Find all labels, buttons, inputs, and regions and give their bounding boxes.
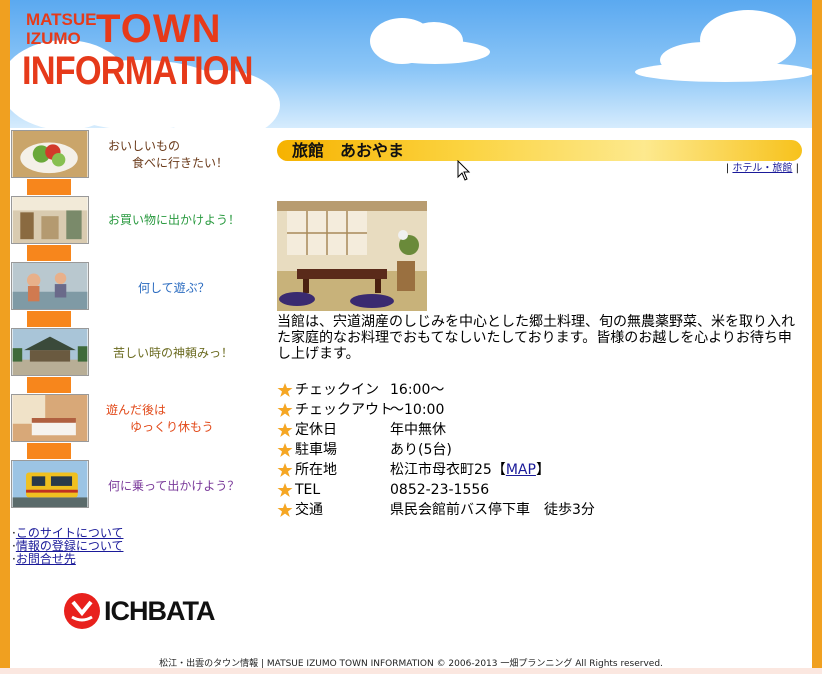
site-link-row: ·お問合せ先	[12, 552, 76, 566]
play-photo-icon	[11, 262, 89, 310]
info-value: ～10:00	[390, 402, 445, 418]
star-icon	[277, 483, 293, 497]
info-label: チェックイン	[295, 382, 379, 398]
shrine-photo-icon	[11, 328, 89, 376]
nav-item-shopping[interactable]: お買い物に出かけよう！	[10, 196, 265, 246]
info-value: 松江市母衣町25【MAP】	[390, 460, 550, 480]
shopping-photo-icon	[11, 196, 89, 244]
site-logo[interactable]: MATSUE IZUMO TOWN INFORMATION	[10, 0, 254, 120]
info-label: 所在地	[295, 462, 337, 478]
info-value: 県民会館前バス停下車 徒歩3分	[390, 502, 595, 518]
logo-information: INFORMATION	[22, 49, 254, 93]
contact-link[interactable]: お問合せ先	[16, 552, 76, 566]
info-value: 16:00～	[390, 382, 445, 398]
nav-item-play[interactable]: 何して遊ぶ？	[10, 262, 265, 312]
ichibata-logo[interactable]: ICHBATA	[64, 591, 215, 633]
info-label: 交通	[295, 502, 323, 518]
nav-label-play: 何して遊ぶ？	[138, 281, 210, 295]
breadcrumb-link-hotels[interactable]: ホテル・旅館	[732, 163, 792, 174]
nav-connector	[27, 443, 71, 459]
nav-label-shrine: 苦しい時の神頼みっ！	[113, 346, 234, 360]
info-value: 0852-23-1556	[390, 482, 490, 498]
page-title: 旅館 あおやま	[292, 141, 405, 160]
hotel-room-photo-icon	[11, 394, 89, 442]
breadcrumb-separator: |	[725, 163, 730, 174]
info-label: チェックアウト	[295, 402, 393, 418]
cloud	[380, 40, 490, 64]
breadcrumb: | ホテル・旅館 |	[726, 159, 799, 174]
footer-copyright: 松江・出雲のタウン情報 | MATSUE IZUMO TOWN INFORMAT…	[159, 659, 663, 669]
star-icon	[277, 423, 293, 437]
info-value: 年中無休	[390, 422, 446, 438]
food-photo-icon	[11, 130, 89, 178]
train-photo-icon	[11, 460, 89, 508]
star-icon	[277, 383, 293, 397]
info-label: TEL	[295, 482, 321, 498]
star-icon	[277, 503, 293, 517]
star-icon	[277, 463, 293, 477]
logo-town: TOWN	[96, 7, 222, 51]
nav-label-shopping: お買い物に出かけよう！	[108, 213, 241, 227]
mouse-cursor-icon	[457, 160, 471, 181]
address-text: 松江市母衣町25	[390, 462, 492, 478]
nav-label-rest: 遊んだ後は ゆっくり休もう	[106, 403, 214, 434]
nav-label-transport: 何に乗って出かけよう？	[108, 479, 240, 493]
nav-item-shrine[interactable]: 苦しい時の神頼みっ！	[10, 328, 265, 378]
star-icon	[277, 403, 293, 417]
info-label: 駐車場	[295, 442, 337, 458]
map-bracket-open: 【	[491, 462, 506, 478]
nav-item-rest[interactable]: 遊んだ後は ゆっくり休もう	[10, 394, 265, 444]
info-label: 定休日	[295, 422, 337, 438]
registration-info-link[interactable]: 情報の登録について	[16, 539, 124, 553]
nav-connector	[27, 245, 71, 261]
nav-connector	[27, 311, 71, 327]
ryokan-room-photo	[277, 201, 427, 311]
cloud	[635, 62, 812, 82]
nav-label-gourmet: おいしいもの 食べに行きたい！	[108, 139, 229, 170]
ichibata-mark-icon	[64, 593, 100, 629]
map-bracket-close: 】	[535, 462, 550, 478]
nav-connector	[27, 179, 71, 195]
ichibata-mark-svg	[71, 600, 93, 622]
title-bar: 旅館 あおやま	[277, 140, 802, 161]
nav-item-gourmet[interactable]: おいしいもの 食べに行きたい！	[10, 130, 265, 180]
nav-connector	[27, 377, 71, 393]
breadcrumb-separator: |	[795, 163, 799, 174]
star-icon	[277, 443, 293, 457]
logo-matsue: MATSUE	[26, 10, 97, 29]
hotel-description: 当館は、宍道湖産のしじみを中心とした郷土料理、旬の無農薬野菜、米を取り入れた家庭…	[277, 314, 795, 362]
ichibata-wordmark: ICHBATA	[104, 596, 215, 626]
info-value: あり(5台)	[390, 442, 452, 458]
logo-izumo: IZUMO	[26, 29, 81, 48]
about-site-link[interactable]: このサイトについて	[16, 526, 124, 540]
map-link[interactable]: MAP	[506, 462, 536, 478]
nav-item-transport[interactable]: 何に乗って出かけよう？	[10, 460, 265, 510]
site-links: ·このサイトについて ·情報の登録について ·お問合せ先	[12, 527, 123, 566]
header-banner: MATSUE IZUMO TOWN INFORMATION	[10, 0, 812, 128]
